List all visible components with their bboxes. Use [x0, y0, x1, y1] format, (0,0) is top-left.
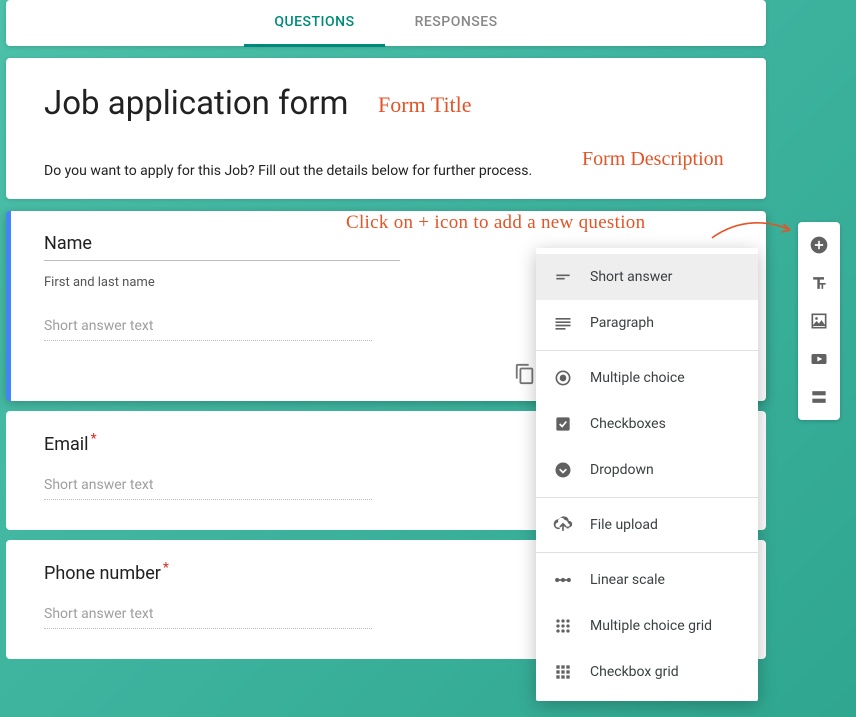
paragraph-icon	[552, 312, 574, 334]
checkbox-icon	[552, 413, 574, 435]
add-image-button[interactable]	[802, 304, 836, 338]
annotation-add-question: Click on + icon to add a new question	[346, 212, 645, 234]
menu-item-linear-scale[interactable]: Linear scale	[536, 557, 758, 603]
question-title-input[interactable]: Name	[44, 233, 400, 261]
section-icon	[809, 387, 829, 407]
add-section-button[interactable]	[802, 380, 836, 414]
annotation-form-description: Form Description	[582, 148, 724, 171]
menu-separator	[536, 552, 758, 553]
floating-toolbar	[798, 222, 840, 420]
annotation-form-title: Form Title	[378, 92, 472, 118]
short-answer-preview: Short answer text	[44, 477, 372, 500]
plus-circle-icon	[809, 235, 829, 255]
add-question-button[interactable]	[802, 228, 836, 262]
menu-item-multiple-choice[interactable]: Multiple choice	[536, 355, 758, 401]
tab-questions[interactable]: QUESTIONS	[244, 0, 384, 46]
cloud-upload-icon	[552, 514, 574, 536]
video-icon	[809, 349, 829, 369]
image-icon	[809, 311, 829, 331]
menu-item-label: File upload	[590, 517, 658, 533]
menu-item-dropdown[interactable]: Dropdown	[536, 447, 758, 493]
menu-item-file-upload[interactable]: File upload	[536, 502, 758, 548]
grid-radio-icon	[552, 615, 574, 637]
required-asterisk: *	[163, 560, 169, 576]
required-asterisk: *	[91, 431, 97, 447]
add-video-button[interactable]	[802, 342, 836, 376]
menu-item-label: Multiple choice grid	[590, 618, 712, 634]
form-title[interactable]: Job application form	[44, 84, 349, 123]
menu-item-label: Linear scale	[590, 572, 665, 588]
add-title-button[interactable]	[802, 266, 836, 300]
linear-scale-icon	[552, 569, 574, 591]
menu-item-checkboxes[interactable]: Checkboxes	[536, 401, 758, 447]
menu-separator	[536, 497, 758, 498]
short-answer-icon	[552, 266, 574, 288]
menu-separator	[536, 350, 758, 351]
tab-responses[interactable]: RESPONSES	[385, 0, 528, 46]
short-answer-preview: Short answer text	[44, 318, 372, 341]
short-answer-preview: Short answer text	[44, 606, 372, 629]
menu-item-label: Paragraph	[590, 315, 654, 331]
menu-item-label: Short answer	[590, 269, 672, 285]
question-title-text: Email	[44, 434, 89, 455]
menu-item-label: Checkboxes	[590, 416, 666, 432]
menu-item-cb-grid[interactable]: Checkbox grid	[536, 649, 758, 695]
question-type-menu: Short answer Paragraph Multiple choice C…	[536, 248, 758, 701]
form-header-card[interactable]: Job application form Do you want to appl…	[6, 58, 766, 199]
menu-item-label: Checkbox grid	[590, 664, 679, 680]
dropdown-icon	[552, 459, 574, 481]
tab-bar: QUESTIONS RESPONSES	[6, 0, 766, 46]
menu-item-mc-grid[interactable]: Multiple choice grid	[536, 603, 758, 649]
annotation-arrow-icon	[710, 216, 798, 246]
question-title-text: Phone number	[44, 563, 161, 584]
grid-checkbox-icon	[552, 661, 574, 683]
menu-item-label: Multiple choice	[590, 370, 685, 386]
duplicate-icon[interactable]	[514, 363, 536, 385]
radio-icon	[552, 367, 574, 389]
menu-item-paragraph[interactable]: Paragraph	[536, 300, 758, 346]
menu-item-short-answer[interactable]: Short answer	[536, 254, 758, 300]
text-icon	[809, 273, 829, 293]
menu-item-label: Dropdown	[590, 462, 654, 478]
